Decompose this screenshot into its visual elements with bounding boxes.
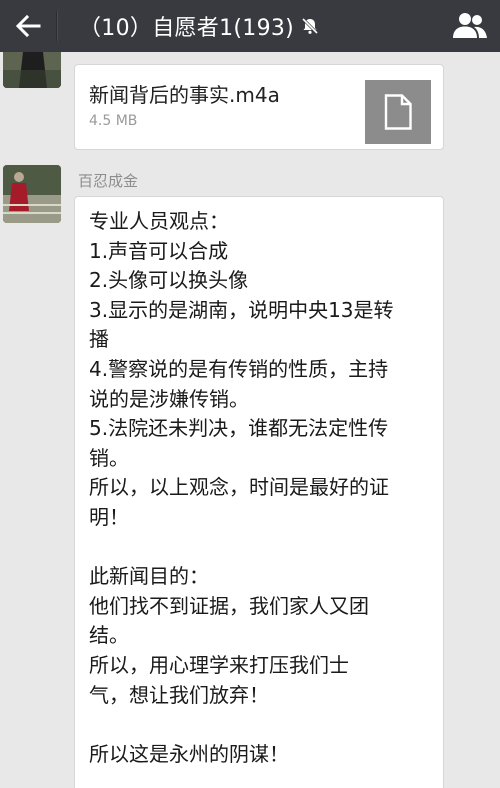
message-line: 3.显示的是湖南，说明中央13是转 [89,297,394,322]
file-document-icon [365,80,431,144]
top-bar: （10）自愿者1(193) [0,0,500,52]
message-line: 播 [89,327,109,352]
avatar[interactable] [3,52,61,88]
file-size: 4.5 MB [89,113,138,129]
chat-area[interactable]: 新闻背后的事实.m4a 4.5 MB 百忍成金 专业人员观点： 1.声音可以合成 2… [0,52,500,788]
message-line [89,533,429,563]
sender-name: 百忍成金 [78,172,139,190]
message-line [89,710,429,740]
message-line: 说的是涉嫌传销。 [89,386,249,411]
message-line: 此新闻目的： [89,564,209,589]
message-line: 销。 [89,445,129,470]
message-line: 所以这是永州的阴谋！ [89,741,289,766]
chat-title: （10）自愿者1(193) [79,16,295,41]
message-line: 明！ [89,504,129,529]
message-line: 结。 [89,623,129,648]
bell-slash-icon [300,16,320,36]
header-divider [56,11,57,41]
avatar[interactable] [3,165,61,223]
group-members-icon [453,13,487,38]
back-button[interactable] [0,0,56,52]
file-message[interactable]: 新闻背后的事实.m4a 4.5 MB [74,64,444,150]
file-name: 新闻背后的事实.m4a [89,83,280,107]
chat-title-area: （10）自愿者1(193) [79,10,320,42]
message-line: 气，想让我们放弃！ [89,682,269,707]
message-line: 所以，用心理学来打压我们士 [89,652,349,677]
message-line: 专业人员观点： [89,209,229,233]
message-line: 4.警察说的是有传销的性质，主持 [89,356,389,381]
arrow-left-icon [15,14,41,38]
message-line: 1.声音可以合成 [89,238,229,263]
message-line: 所以，以上观念，时间是最好的证 [89,475,389,500]
message-line: 他们找不到证据，我们家人又团 [89,593,369,618]
text-message[interactable]: 专业人员观点： 1.声音可以合成 2.头像可以换头像 3.显示的是湖南，说明中央13是… [74,196,444,788]
message-line: 5.法院还未判决，谁都无法定性传 [89,416,389,441]
message-line: 2.头像可以换头像 [89,268,249,293]
group-members-button[interactable] [450,8,490,44]
